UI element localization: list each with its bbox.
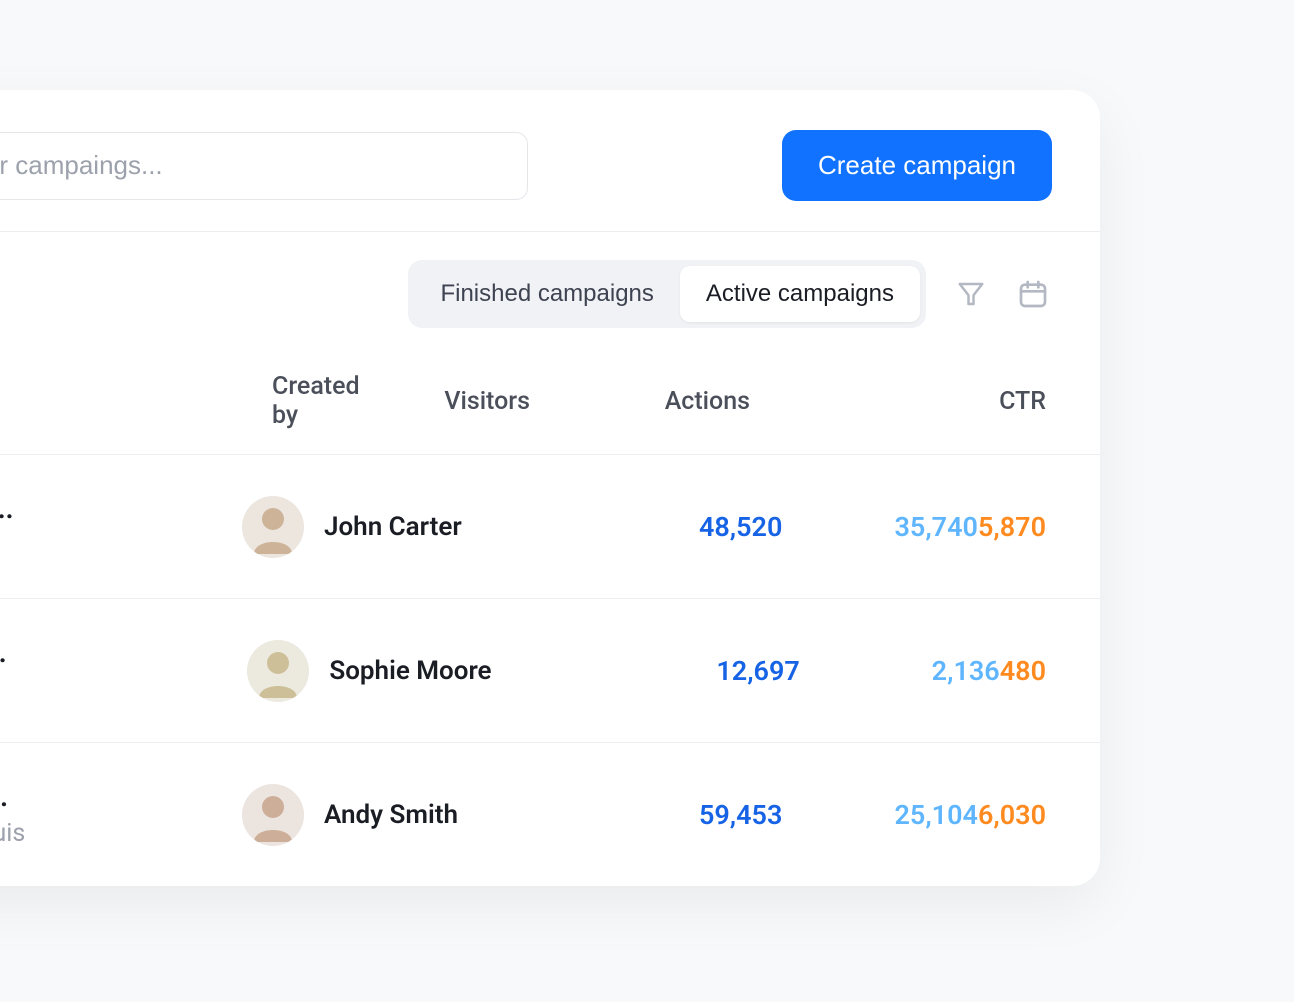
table-row[interactable]: < 2.0 Launch... sus euismod quis Andy Sm… bbox=[0, 742, 1100, 886]
calendar-icon[interactable] bbox=[1016, 277, 1050, 311]
table-row[interactable]: k integration... dum dolo Sophie Moore 1… bbox=[0, 598, 1100, 742]
campaign-subtitle: isus at ultrices bbox=[0, 531, 240, 560]
table-header: Created by Visitors Actions CTR bbox=[0, 356, 1100, 454]
cell-campaign: < 2.0 Launch... sus euismod quis bbox=[0, 781, 240, 848]
table-body: s 2022 Camp... isus at ultrices John Car… bbox=[0, 454, 1100, 886]
cell-ctr: 480 bbox=[1000, 655, 1046, 687]
campaign-title: < 2.0 Launch... bbox=[0, 781, 240, 813]
top-bar: Create campaign bbox=[0, 90, 1100, 231]
header-ctr: CTR bbox=[750, 387, 1046, 416]
cell-actions: 2,136 bbox=[800, 655, 1000, 687]
creator-name: Sophie Moore bbox=[329, 656, 491, 686]
header-actions: Actions bbox=[530, 387, 750, 416]
table-row[interactable]: s 2022 Camp... isus at ultrices John Car… bbox=[0, 454, 1100, 598]
tab-finished-campaigns[interactable]: Finished campaigns bbox=[414, 266, 679, 322]
header-visitors: Visitors bbox=[310, 387, 530, 416]
cell-created-by: Andy Smith bbox=[240, 784, 587, 846]
cell-visitors: 48,520 bbox=[587, 511, 783, 543]
avatar bbox=[242, 496, 304, 558]
cell-ctr: 5,870 bbox=[978, 511, 1046, 543]
cell-created-by: John Carter bbox=[240, 496, 587, 558]
search-input[interactable] bbox=[0, 132, 528, 200]
tab-active-campaigns[interactable]: Active campaigns bbox=[680, 266, 920, 322]
campaign-title: k integration... bbox=[0, 637, 245, 669]
cell-actions: 35,740 bbox=[782, 511, 978, 543]
segmented-control: Finished campaigns Active campaigns bbox=[408, 260, 926, 328]
cell-ctr: 6,030 bbox=[978, 799, 1046, 831]
cell-visitors: 59,453 bbox=[587, 799, 783, 831]
campaign-subtitle: dum dolo bbox=[0, 675, 245, 704]
creator-name: Andy Smith bbox=[324, 800, 458, 830]
avatar bbox=[247, 640, 309, 702]
filter-icon[interactable] bbox=[954, 277, 988, 311]
campaigns-panel: Create campaign Finished campaigns Activ… bbox=[0, 90, 1100, 886]
cell-created-by: Sophie Moore bbox=[245, 640, 600, 702]
cell-campaign: k integration... dum dolo bbox=[0, 637, 245, 704]
creator-name: John Carter bbox=[324, 512, 462, 542]
cell-campaign: s 2022 Camp... isus at ultrices bbox=[0, 493, 240, 560]
cell-actions: 25,104 bbox=[782, 799, 978, 831]
controls-bar: Finished campaigns Active campaigns bbox=[0, 232, 1100, 356]
cell-visitors: 12,697 bbox=[600, 655, 800, 687]
campaign-subtitle: sus euismod quis bbox=[0, 819, 240, 848]
avatar bbox=[242, 784, 304, 846]
create-campaign-button[interactable]: Create campaign bbox=[782, 130, 1052, 201]
header-created-by: Created by bbox=[0, 372, 310, 430]
campaign-title: s 2022 Camp... bbox=[0, 493, 240, 525]
